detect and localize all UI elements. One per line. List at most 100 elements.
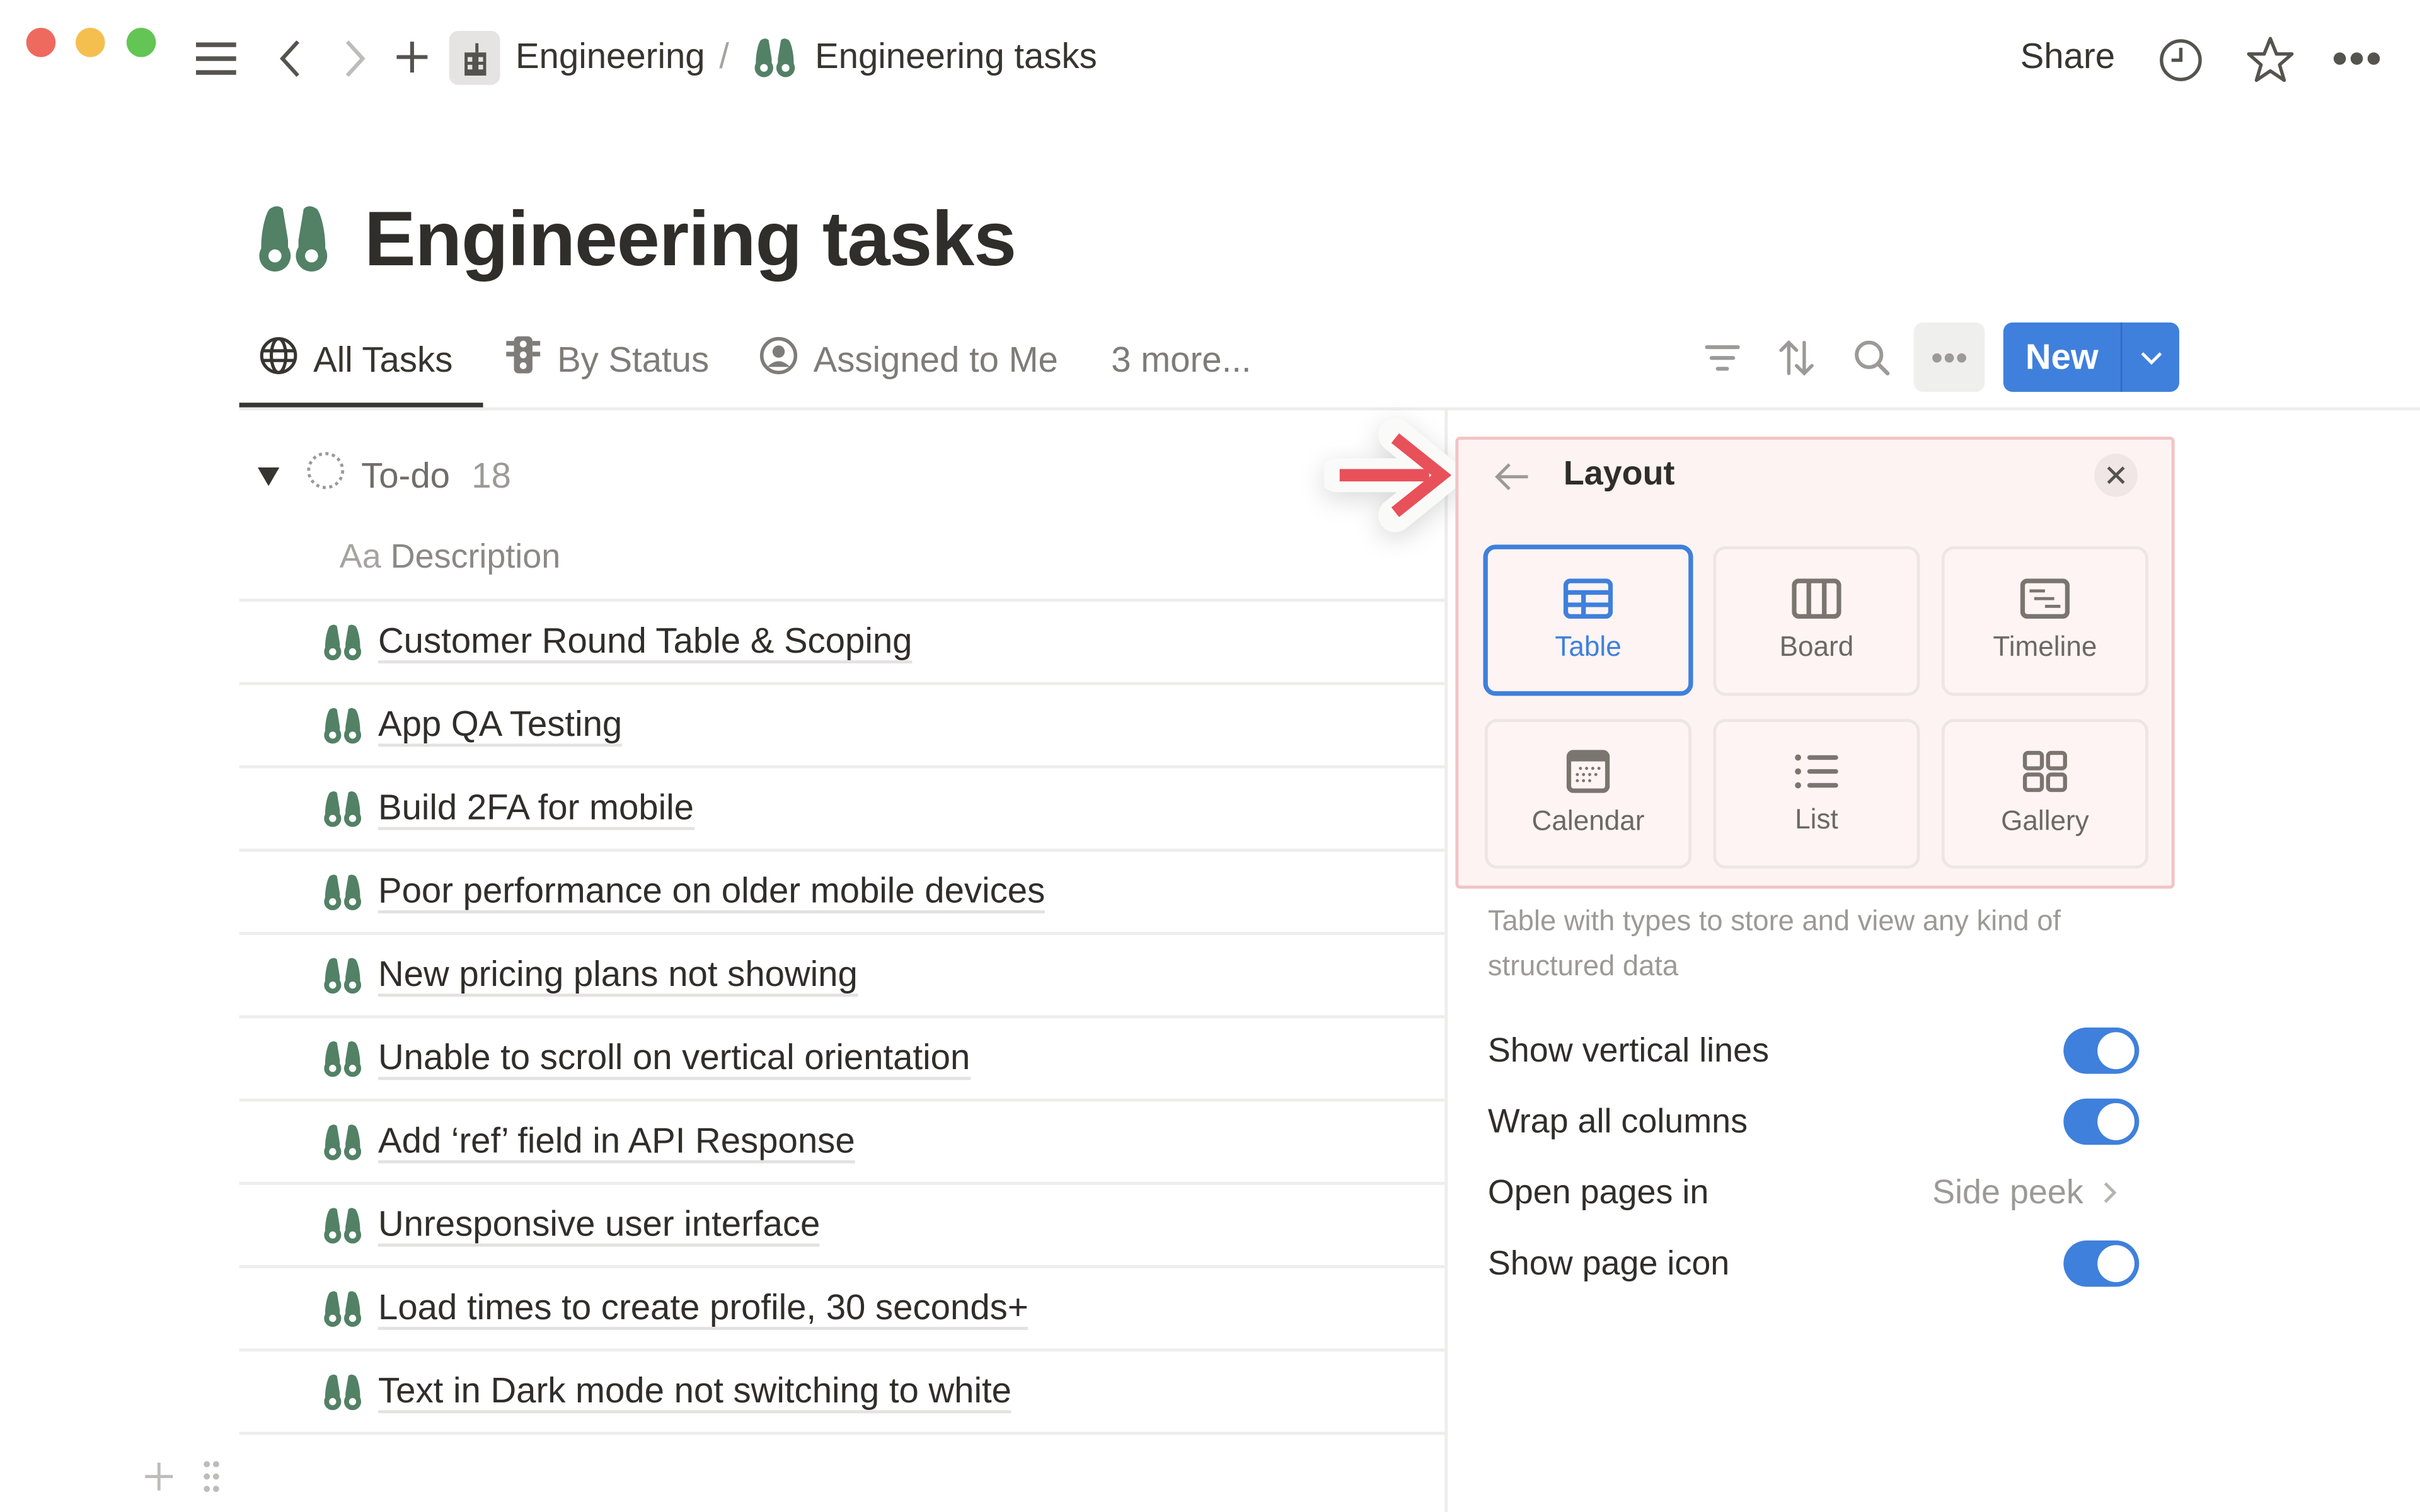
table-row[interactable]: Text in Dark mode not switching to white bbox=[239, 1348, 1445, 1435]
layout-panel: Layout Table Board Timeline Calendar Lis… bbox=[1455, 437, 2175, 889]
show-vertical-lines-toggle[interactable] bbox=[2063, 1028, 2140, 1074]
new-button-group: New bbox=[2003, 322, 2179, 392]
open-pages-in-select[interactable]: Side peek bbox=[1932, 1172, 2118, 1213]
binoculars-icon bbox=[323, 790, 363, 835]
binoculars-icon bbox=[323, 1373, 363, 1418]
task-title[interactable]: Add ‘ref’ field in API Response bbox=[378, 1120, 855, 1164]
binoculars-icon bbox=[323, 1040, 363, 1085]
breadcrumb-engineering[interactable]: Engineering bbox=[516, 35, 705, 77]
window-zoom-button[interactable] bbox=[126, 28, 156, 57]
layout-option-timeline[interactable]: Timeline bbox=[1941, 546, 2149, 696]
table-row[interactable]: Customer Round Table & Scoping bbox=[239, 598, 1445, 685]
binoculars-icon bbox=[323, 623, 363, 668]
table-bottom-border bbox=[239, 1431, 1445, 1435]
page-title[interactable]: Engineering tasks bbox=[364, 195, 1017, 284]
list-icon bbox=[1795, 754, 1838, 789]
column-header-description[interactable]: Aa Description bbox=[340, 537, 560, 577]
table-row[interactable]: New pricing plans not showing bbox=[239, 932, 1445, 1018]
view-options-button[interactable] bbox=[1913, 322, 1985, 392]
layout-option-list[interactable]: List bbox=[1713, 719, 1920, 869]
traffic-light-icon bbox=[505, 335, 542, 384]
sort-icon[interactable] bbox=[1777, 336, 1817, 380]
globe-icon bbox=[259, 336, 297, 384]
task-title[interactable]: Poor performance on older mobile devices bbox=[378, 870, 1046, 914]
setting-label: Wrap all columns bbox=[1487, 1101, 1748, 1140]
task-title[interactable]: New pricing plans not showing bbox=[378, 953, 858, 997]
table-icon bbox=[1563, 578, 1613, 618]
chevron-down-icon bbox=[2140, 351, 2162, 364]
task-title[interactable]: Unable to scroll on vertical orientation bbox=[378, 1037, 971, 1080]
page-icon[interactable] bbox=[253, 203, 333, 279]
window-close-button[interactable] bbox=[26, 28, 56, 57]
add-row-plus-icon[interactable] bbox=[142, 1460, 176, 1494]
task-title[interactable]: Unresponsive user interface bbox=[378, 1203, 821, 1247]
sidebar-menu-icon[interactable] bbox=[195, 37, 238, 81]
back-icon[interactable] bbox=[275, 37, 306, 81]
collapse-triangle-icon[interactable] bbox=[256, 454, 281, 496]
highlight-arrow-icon bbox=[1319, 416, 1466, 541]
tab-label: All Tasks bbox=[313, 338, 453, 379]
user-circle-icon bbox=[759, 336, 798, 384]
wrap-all-columns-toggle[interactable] bbox=[2063, 1098, 2140, 1145]
show-page-icon-toggle[interactable] bbox=[2063, 1240, 2140, 1287]
layout-option-table[interactable]: Table bbox=[1483, 544, 1693, 696]
new-dropdown-button[interactable] bbox=[2122, 323, 2179, 392]
forward-icon[interactable] bbox=[340, 37, 371, 81]
close-icon[interactable] bbox=[2094, 454, 2138, 497]
filter-icon[interactable] bbox=[1702, 340, 1743, 377]
search-icon[interactable] bbox=[1850, 336, 1894, 380]
window-minimize-button[interactable] bbox=[76, 28, 105, 57]
layout-option-calendar[interactable]: Calendar bbox=[1484, 719, 1692, 869]
column-label: Description bbox=[390, 537, 561, 576]
task-title[interactable]: Build 2FA for mobile bbox=[378, 787, 694, 830]
table-row[interactable]: Unable to scroll on vertical orientation bbox=[239, 1015, 1445, 1101]
tabs-divider bbox=[239, 407, 2420, 411]
table-row[interactable]: Unresponsive user interface bbox=[239, 1181, 1445, 1268]
layout-label: Calendar bbox=[1531, 805, 1645, 837]
chevron-right-icon bbox=[2104, 1182, 2117, 1203]
tab-label: By Status bbox=[557, 338, 710, 379]
setting-label: Show page icon bbox=[1487, 1243, 1730, 1283]
tab-all-tasks[interactable]: All Tasks bbox=[259, 336, 452, 382]
binoculars-icon bbox=[323, 873, 363, 918]
status-dashed-circle-icon bbox=[306, 450, 346, 500]
tab-more-views[interactable]: 3 more... bbox=[1111, 336, 1251, 382]
table-row[interactable]: Build 2FA for mobile bbox=[239, 765, 1445, 852]
task-title[interactable]: Load times to create profile, 30 seconds… bbox=[378, 1286, 1028, 1331]
setting-label: Open pages in bbox=[1487, 1172, 1709, 1211]
table-row[interactable]: App QA Testing bbox=[239, 682, 1445, 768]
new-button[interactable]: New bbox=[2003, 322, 2123, 392]
binoculars-icon bbox=[323, 1206, 363, 1251]
binoculars-icon bbox=[323, 1290, 363, 1334]
layout-label: Timeline bbox=[1993, 631, 2097, 662]
layout-option-board[interactable]: Board bbox=[1713, 546, 1920, 696]
building-icon bbox=[449, 30, 500, 85]
drag-handle-icon[interactable] bbox=[199, 1457, 224, 1497]
tab-by-status[interactable]: By Status bbox=[505, 336, 709, 382]
layout-label: Board bbox=[1779, 631, 1854, 662]
tab-assigned-to-me[interactable]: Assigned to Me bbox=[759, 336, 1058, 382]
layout-label: List bbox=[1795, 803, 1838, 835]
timeline-icon bbox=[2020, 578, 2070, 619]
history-clock-icon[interactable] bbox=[2156, 35, 2205, 84]
text-property-icon: Aa bbox=[339, 537, 381, 576]
breadcrumb-separator: / bbox=[719, 35, 729, 76]
table-row[interactable]: Add ‘ref’ field in API Response bbox=[239, 1098, 1445, 1185]
task-title[interactable]: App QA Testing bbox=[378, 704, 623, 747]
back-arrow-icon[interactable] bbox=[1492, 460, 1533, 494]
more-dots-icon[interactable] bbox=[2331, 46, 2383, 71]
tab-label: Assigned to Me bbox=[813, 338, 1058, 379]
group-count: 18 bbox=[471, 454, 511, 495]
column-divider bbox=[1444, 410, 1448, 1512]
layout-option-gallery[interactable]: Gallery bbox=[1941, 719, 2149, 869]
share-button[interactable]: Share bbox=[2020, 35, 2115, 77]
binoculars-icon bbox=[323, 956, 363, 1001]
table-row[interactable]: Load times to create profile, 30 seconds… bbox=[239, 1265, 1445, 1351]
favorite-star-icon[interactable] bbox=[2244, 34, 2296, 86]
breadcrumb-engineering-tasks[interactable]: Engineering tasks bbox=[815, 35, 1097, 77]
task-title[interactable]: Customer Round Table & Scoping bbox=[378, 620, 913, 664]
group-header-todo[interactable]: To-do 18 bbox=[256, 450, 511, 500]
table-row[interactable]: Poor performance on older mobile devices bbox=[239, 848, 1445, 935]
plus-icon[interactable] bbox=[393, 38, 430, 76]
task-title[interactable]: Text in Dark mode not switching to white bbox=[378, 1370, 1011, 1414]
